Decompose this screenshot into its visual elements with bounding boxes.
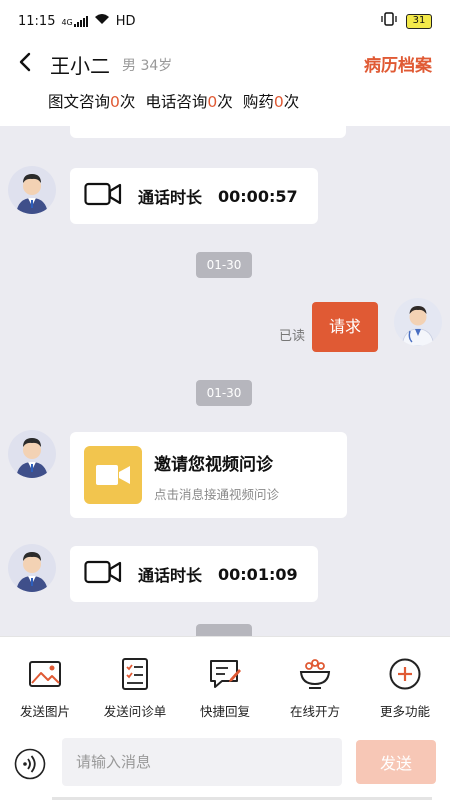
patient-name: 王小二: [50, 54, 110, 78]
network-label: 4G: [61, 17, 73, 27]
chat-area[interactable]: 通话时长 00:00:57 01-30 已读 请求 01-30 邀请您视频问诊 …: [0, 126, 450, 636]
patient-avatar[interactable]: [8, 166, 56, 214]
invite-title: 邀请您视频问诊: [154, 455, 273, 475]
stat-label: 图文咨询: [48, 93, 111, 111]
doctor-avatar[interactable]: [394, 298, 442, 346]
stat-text-consult: 图文咨询0次: [48, 90, 135, 112]
tool-label: 发送问诊单: [103, 704, 167, 719]
battery-level: 31: [412, 14, 426, 26]
call-duration-label: 通话时长: [138, 566, 203, 585]
call-duration-value: 00:00:57: [218, 186, 298, 206]
prescription-bowl-icon: [298, 657, 332, 691]
video-invite-bubble[interactable]: 邀请您视频问诊 点击消息接通视频问诊: [70, 432, 347, 518]
battery-icon: 31: [406, 13, 432, 29]
stat-label: 购药: [242, 93, 274, 111]
call-duration-value: 00:01:09: [218, 564, 298, 584]
read-receipt: 已读: [279, 329, 306, 344]
invite-subtitle: 点击消息接通视频问诊: [154, 487, 280, 502]
stat-count: 0: [273, 93, 284, 111]
voice-input-icon[interactable]: [14, 748, 46, 780]
tool-label: 发送图片: [19, 704, 70, 719]
back-arrow-icon[interactable]: [14, 50, 38, 74]
consultation-stats: 图文咨询0次 电话咨询0次 购药0次: [48, 90, 299, 112]
tool-label: 快捷回复: [199, 704, 250, 719]
call-record-bubble[interactable]: 通话时长 00:01:09: [70, 546, 318, 602]
send-button[interactable]: 发送: [356, 740, 436, 784]
stat-count: 0: [207, 93, 218, 111]
date-divider: 01-30: [196, 252, 252, 278]
stat-purchase: 购药0次: [243, 90, 299, 112]
video-camera-icon: [84, 182, 122, 210]
patient-avatar[interactable]: [8, 544, 56, 592]
action-toolbar: 发送图片 发送问诊单 快捷回复 在线开方 更多功能: [0, 636, 450, 732]
network-icon: 4G: [61, 15, 88, 27]
vibrate-icon: [380, 12, 398, 30]
stat-unit: 次: [217, 93, 233, 111]
header: 王小二 男 34岁 病历档案 图文咨询0次 电话咨询0次 购药0次: [0, 44, 450, 126]
hd-label: HD: [115, 13, 136, 29]
call-record-bubble[interactable]: 通话时长 00:00:57: [70, 168, 318, 224]
request-message-bubble[interactable]: 请求: [312, 302, 378, 352]
plus-circle-icon: [388, 657, 422, 691]
medical-records-link[interactable]: 病历档案: [364, 51, 432, 76]
stat-count: 0: [110, 93, 120, 111]
video-camera-icon: [84, 560, 122, 588]
status-bar: 11:15 4G HD 31: [0, 0, 450, 44]
video-invite-icon: [84, 446, 142, 504]
message-input[interactable]: [62, 738, 342, 786]
request-message-text: 请求: [328, 317, 361, 336]
patient-avatar[interactable]: [8, 430, 56, 478]
patient-meta: 男 34岁: [122, 58, 173, 74]
quick-reply-button[interactable]: 快捷回复: [180, 657, 270, 720]
status-time: 11:15: [18, 13, 56, 29]
stat-unit: 次: [283, 93, 300, 111]
quick-reply-icon: [208, 657, 242, 691]
send-image-button[interactable]: 发送图片: [0, 657, 90, 720]
image-icon: [28, 657, 62, 691]
online-prescription-button[interactable]: 在线开方: [270, 657, 360, 720]
tool-label: 在线开方: [289, 704, 340, 719]
date-divider-partial: [196, 624, 252, 636]
date-divider: 01-30: [196, 380, 252, 406]
more-functions-button[interactable]: 更多功能: [360, 657, 450, 720]
stat-phone-consult: 电话咨询0次: [145, 90, 232, 112]
tool-label: 更多功能: [379, 704, 430, 719]
form-icon: [118, 657, 152, 691]
stat-unit: 次: [119, 93, 136, 111]
message-input-bar: 发送: [0, 732, 450, 800]
call-duration-label: 通话时长: [138, 188, 203, 207]
stat-label: 电话咨询: [145, 93, 208, 111]
partial-message-bubble: [70, 126, 346, 138]
wifi-icon: [94, 13, 110, 29]
send-questionnaire-button[interactable]: 发送问诊单: [90, 657, 180, 720]
